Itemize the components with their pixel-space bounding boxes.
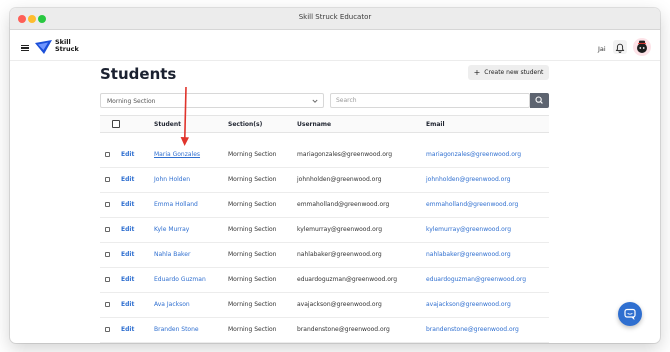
student-email-link[interactable]: johnholden@greenwood.org [426, 176, 511, 183]
column-header-student[interactable]: Student [154, 121, 181, 128]
table-header: Student Section(s) Username Email [100, 115, 549, 133]
student-username: eduardoguzman@greenwood.org [297, 276, 398, 283]
edit-link[interactable]: Edit [121, 226, 134, 233]
student-section: Morning Section [228, 201, 277, 208]
search-input[interactable] [330, 93, 530, 108]
chat-support-button[interactable] [618, 302, 642, 326]
row-checkbox[interactable] [105, 202, 110, 207]
student-email-link[interactable]: mariagonzales@greenwood.org [426, 151, 521, 158]
edit-link[interactable]: Edit [121, 276, 134, 283]
app-header: Skill Struck Jai [10, 30, 660, 61]
student-email-link[interactable]: nahlabaker@greenwood.org [426, 251, 511, 258]
table-row: Edit Emma Holland Morning Section emmaho… [100, 193, 549, 218]
edit-link[interactable]: Edit [121, 301, 134, 308]
student-username: emmaholland@greenwood.org [297, 201, 390, 208]
row-checkbox[interactable] [105, 152, 110, 157]
column-header-username[interactable]: Username [297, 121, 331, 128]
edit-link[interactable]: Edit [121, 176, 134, 183]
student-section: Morning Section [228, 176, 277, 183]
row-checkbox[interactable] [105, 177, 110, 182]
search-button[interactable] [530, 93, 549, 108]
table-row: Edit Nahla Baker Morning Section nahlaba… [100, 243, 549, 268]
section-filter-select[interactable]: Morning Section [100, 93, 324, 108]
row-checkbox[interactable] [105, 327, 110, 332]
student-section: Morning Section [228, 276, 277, 283]
table-row: Edit John Holden Morning Section johnhol… [100, 168, 549, 193]
student-username: mariagonzales@greenwood.org [297, 151, 393, 158]
brand-line-2: Struck [55, 45, 79, 53]
user-name: Jai [598, 45, 606, 53]
student-email-link[interactable]: kylemurray@greenwood.org [426, 226, 511, 233]
row-checkbox[interactable] [105, 302, 110, 307]
student-section: Morning Section [228, 326, 277, 333]
student-section: Morning Section [228, 301, 277, 308]
red-arrow-annotation [180, 86, 189, 146]
student-username: brandenstone@greenwood.org [297, 326, 390, 333]
student-name-link[interactable]: Kyle Murray [154, 226, 189, 233]
student-email-link[interactable]: avajackson@greenwood.org [426, 301, 511, 308]
edit-link[interactable]: Edit [121, 151, 134, 158]
plus-icon: + [473, 67, 481, 77]
chat-icon [624, 308, 636, 320]
title-bar: Skill Struck Educator [10, 8, 660, 30]
hamburger-menu-icon[interactable] [21, 45, 29, 52]
select-all-checkbox[interactable] [112, 120, 120, 128]
table-row: Edit Ava Jackson Morning Section avajack… [100, 293, 549, 318]
student-username: avajackson@greenwood.org [297, 301, 382, 308]
student-email-link[interactable]: brandenstone@greenwood.org [426, 326, 519, 333]
table-row: Edit Eduardo Guzman Morning Section edua… [100, 268, 549, 293]
avatar[interactable] [633, 38, 651, 56]
row-checkbox[interactable] [105, 277, 110, 282]
column-header-email[interactable]: Email [426, 121, 445, 128]
notifications-button[interactable] [613, 40, 627, 54]
student-username: kylemurray@greenwood.org [297, 226, 383, 233]
create-student-label: Create new student [484, 69, 544, 76]
table-row: Edit Kyle Murray Morning Section kylemur… [100, 218, 549, 243]
row-checkbox[interactable] [105, 252, 110, 257]
table-row: Edit Maria Gonzales Morning Section mari… [100, 143, 549, 168]
search-icon [535, 96, 543, 104]
student-name-link[interactable]: Nahla Baker [154, 251, 190, 258]
page-title: Students [100, 65, 177, 83]
chevron-down-icon [312, 99, 318, 103]
student-username: nahlabaker@greenwood.org [297, 251, 382, 258]
student-name-link[interactable]: Ava Jackson [154, 301, 190, 308]
brand-name: Skill Struck [55, 39, 79, 53]
window-title: Skill Struck Educator [298, 13, 372, 21]
edit-link[interactable]: Edit [121, 326, 134, 333]
create-student-button[interactable]: + Create new student [468, 65, 549, 80]
avatar-face-icon [637, 40, 647, 53]
student-email-link[interactable]: emmaholland@greenwood.org [426, 201, 518, 208]
edit-link[interactable]: Edit [121, 251, 134, 258]
row-checkbox[interactable] [105, 227, 110, 232]
student-section: Morning Section [228, 151, 277, 158]
student-username: johnholden@greenwood.org [297, 176, 382, 183]
student-email-link[interactable]: eduardoguzman@greenwood.org [426, 276, 526, 283]
student-name-link[interactable]: Branden Stone [154, 326, 199, 333]
skill-struck-logo-icon [35, 40, 52, 54]
section-filter-value: Morning Section [107, 98, 156, 105]
student-name-link[interactable]: Emma Holland [154, 201, 198, 208]
table-row: Edit Branden Stone Morning Section brand… [100, 318, 549, 343]
student-name-link[interactable]: Maria Gonzales [154, 151, 200, 158]
edit-link[interactable]: Edit [121, 201, 134, 208]
student-name-link[interactable]: John Holden [154, 176, 190, 183]
column-header-sections[interactable]: Section(s) [228, 121, 262, 128]
student-name-link[interactable]: Eduardo Guzman [154, 276, 206, 283]
student-section: Morning Section [228, 251, 277, 258]
bell-icon [615, 43, 625, 53]
student-section: Morning Section [228, 226, 277, 233]
